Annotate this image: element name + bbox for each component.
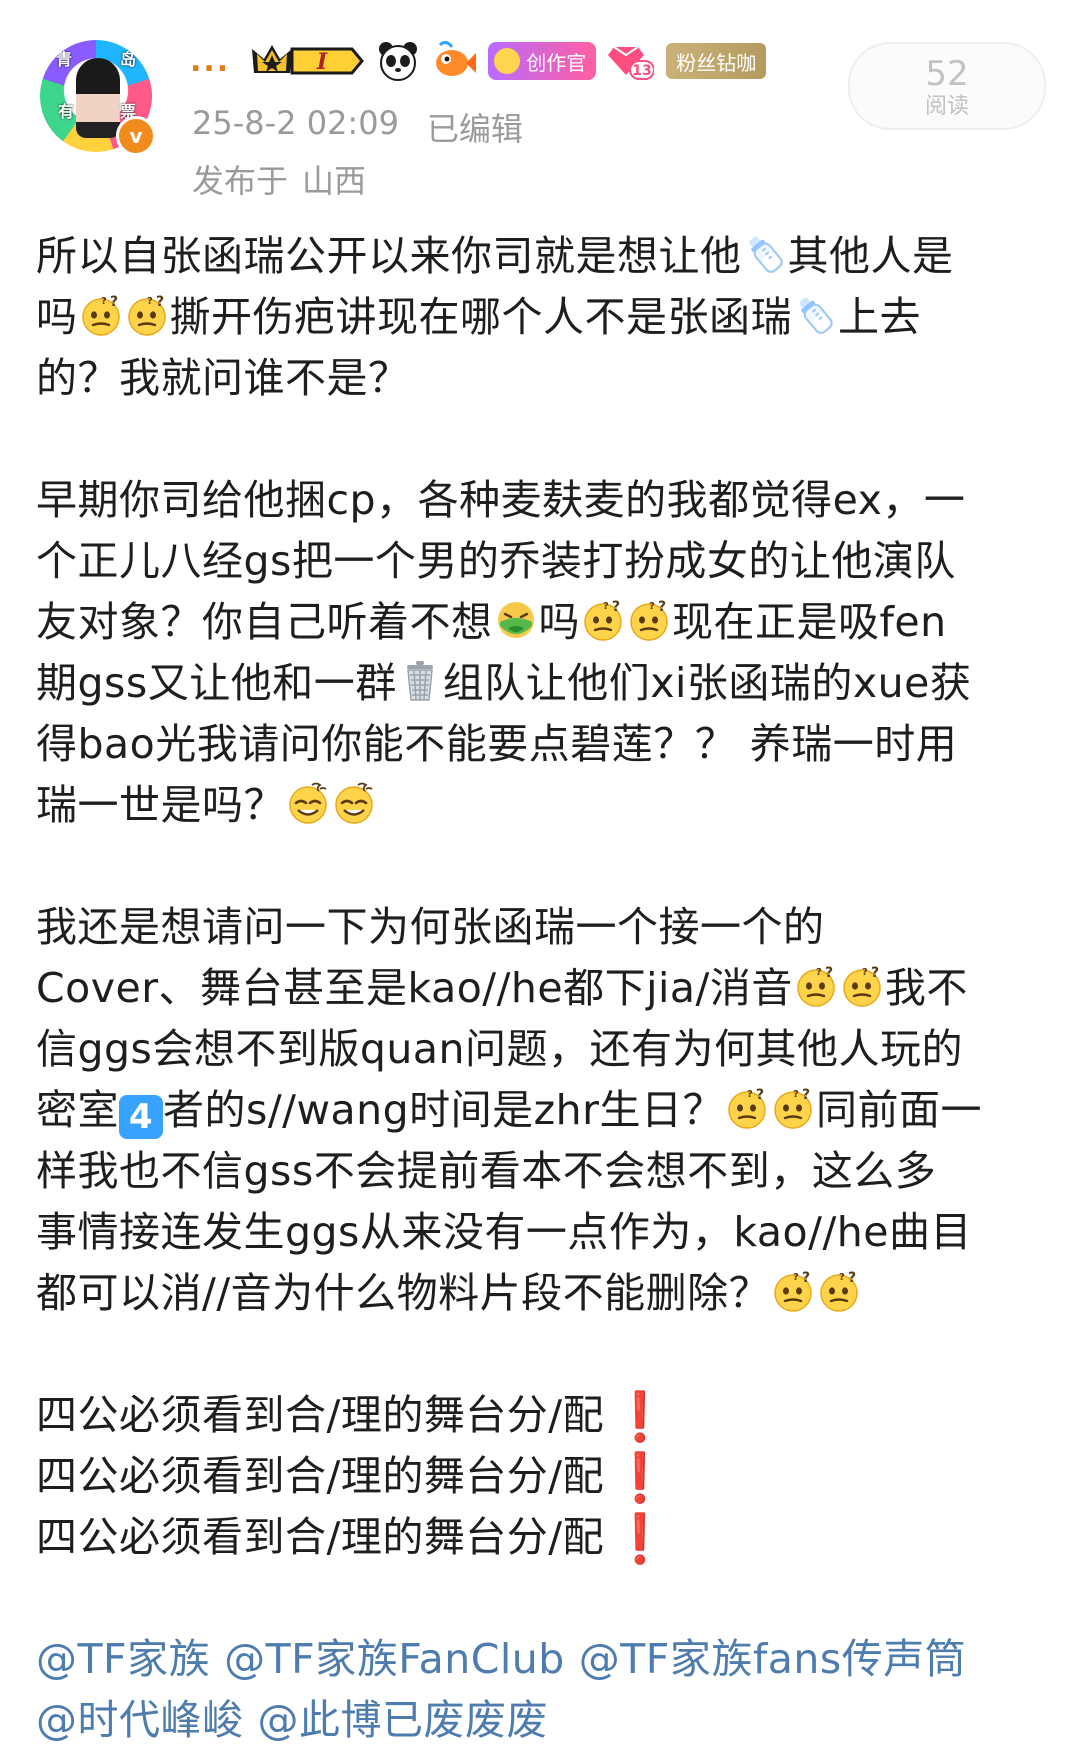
paragraph-2: 早期你司给他捆cp，各种麦麸麦的我都觉得ex，一 个正儿八经gs把一个男的乔装打… <box>36 470 1046 836</box>
post-location: 发布于 山西 <box>192 156 366 202</box>
avatar-label: 有 <box>58 102 75 121</box>
creator-avatar-icon <box>494 48 521 74</box>
doubtful-face-icon <box>725 1086 769 1130</box>
keycap-4-icon: 4 <box>119 1095 163 1139</box>
mention-link[interactable]: @TF家族FanClub <box>224 1635 565 1683</box>
post-text: 吗 <box>538 598 580 646</box>
post-text: 事情接连发生ggs从来没有一点作为，kao//he曲目 <box>36 1208 972 1256</box>
gem-level-badge-icon[interactable]: 13 <box>608 41 656 81</box>
read-count-pill: 52 阅读 <box>848 42 1046 130</box>
doubtful-face-icon <box>817 1269 861 1313</box>
mention-link[interactable]: @时代峰峻 <box>36 1696 244 1744</box>
demands-block: 四公必须看到合/理的舞台分/配 ❗ 四公必须看到合/理的舞台分/配 ❗ 四公必须看到… <box>36 1385 1046 1568</box>
post-text: 得bao光我请问你能不能要点碧莲？？ 养瑞一时用 <box>36 720 958 768</box>
baby-bottle-icon <box>743 232 787 276</box>
post-text: 吗 <box>36 293 78 341</box>
post-body: 所以自张函瑞公开以来你司就是想让他 其他人是 吗 撕开伤疤讲现在哪个人不是张函瑞 上去… <box>36 226 1046 1751</box>
post-text: 组队让他们xi张函瑞的xue获 <box>442 659 972 707</box>
vomiting-face-icon <box>494 598 538 642</box>
exclamation-icon: ❗ <box>610 1511 671 1567</box>
post-text: 者的s//wang时间是zhr生日？ <box>163 1086 725 1134</box>
creator-badge[interactable]: 创作官 <box>488 42 597 80</box>
mentions-block: @TF家族 @TF家族FanClub @TF家族fans传声筒 @时代峰峻 @此博已废… <box>36 1629 1046 1751</box>
avatar-label: 青 <box>56 50 73 69</box>
mention-link[interactable]: @TF家族fans传声筒 <box>579 1635 967 1683</box>
post-text: 我不 <box>884 964 968 1012</box>
panda-badge-icon[interactable] <box>376 39 420 83</box>
post-text: 密室 <box>36 1086 119 1134</box>
post-header: 青 岛 有 票 v ... I 创作官 13 粉丝钻咖 25-8-2 02:09… <box>0 0 1080 205</box>
post-text: 样我也不信gss不会提前看本不会想不到，这么多 <box>36 1147 937 1195</box>
post-text: 瑞一世是吗？ <box>36 781 285 829</box>
fan-badge[interactable]: 粉丝钻咖 <box>666 43 767 79</box>
post-text: 撕开伤疤讲现在哪个人不是张函瑞 <box>169 293 792 341</box>
post-timestamp: 25-8-2 02:09 <box>192 104 399 142</box>
post-text: 的？我就问谁不是？ <box>36 354 410 402</box>
post-text: 个正儿八经gs把一个男的乔装打扮成女的让他演队 <box>36 537 956 585</box>
avatar-label: 岛 <box>120 50 137 69</box>
doubtful-face-icon <box>79 293 123 337</box>
post-text: 同前面一 <box>816 1086 983 1134</box>
doubtful-face-icon <box>125 293 169 337</box>
paragraph-1: 所以自张函瑞公开以来你司就是想让他 其他人是 吗 撕开伤疤讲现在哪个人不是张函瑞 上去… <box>36 226 1046 409</box>
demand-text: 四公必须看到合/理的舞台分/配 <box>36 1513 605 1561</box>
doubtful-face-icon <box>771 1269 815 1313</box>
post-text: 都可以消//音为什么物料片段不能删除？ <box>36 1269 771 1317</box>
post-meta: 25-8-2 02:09 已编辑 <box>192 104 523 150</box>
dizzy-face-icon <box>286 781 330 825</box>
demand-text: 四公必须看到合/理的舞台分/配 <box>36 1452 605 1500</box>
location-prefix: 发布于 <box>192 162 289 200</box>
name-row: ... I 创作官 13 粉丝钻咖 <box>190 36 767 86</box>
demand-text: 四公必须看到合/理的舞台分/配 <box>36 1391 605 1439</box>
fish-badge-icon[interactable] <box>432 39 477 83</box>
avatar[interactable]: 青 岛 有 票 v <box>40 40 156 156</box>
trash-can-icon <box>398 659 442 703</box>
post-text: 期gss又让他和一群 <box>36 659 397 707</box>
verified-badge-icon: v <box>116 116 156 156</box>
exclamation-icon: ❗ <box>610 1450 671 1506</box>
gem-level-text: 13 <box>632 63 651 79</box>
mention-link[interactable]: @此博已废废废 <box>258 1696 549 1744</box>
exclamation-icon: ❗ <box>610 1389 671 1445</box>
post-text: 所以自张函瑞公开以来你司就是想让他 <box>36 232 742 280</box>
baby-bottle-icon <box>793 293 837 337</box>
mention-link[interactable]: @TF家族 <box>36 1635 210 1683</box>
doubtful-face-icon <box>840 964 884 1008</box>
vip-crown-badge-icon[interactable]: I <box>248 41 365 81</box>
post-text: 上去 <box>838 293 921 341</box>
post-text: 其他人是 <box>787 232 954 280</box>
dizzy-face-icon <box>332 781 376 825</box>
read-count: 52 <box>925 54 969 94</box>
doubtful-face-icon <box>794 964 838 1008</box>
doubtful-face-icon <box>627 598 671 642</box>
username[interactable]: ... <box>190 44 230 79</box>
read-label: 阅读 <box>924 94 969 119</box>
post-text: 现在正是吸fen <box>672 598 947 646</box>
doubtful-face-icon <box>771 1086 815 1130</box>
edited-label[interactable]: 已编辑 <box>427 104 523 150</box>
creator-badge-label: 创作官 <box>526 50 587 75</box>
doubtful-face-icon <box>581 598 625 642</box>
avatar-portrait <box>76 58 120 138</box>
post-text: 信ggs会想不到版quan问题，还有为何其他人玩的 <box>36 1025 964 1073</box>
post-text: Cover、舞台甚至是kao//he都下jia/消音 <box>36 964 793 1012</box>
paragraph-3: 我还是想请问一下为何张函瑞一个接一个的 Cover、舞台甚至是kao//he都下… <box>36 897 1046 1324</box>
location-name: 山西 <box>302 162 367 200</box>
vip-level-text: I <box>316 49 328 75</box>
post-text: 友对象？你自己听着不想 <box>36 598 493 646</box>
post-text: 早期你司给他捆cp，各种麦麸麦的我都觉得ex，一 <box>36 476 966 524</box>
post-text: 我还是想请问一下为何张函瑞一个接一个的 <box>36 903 825 951</box>
